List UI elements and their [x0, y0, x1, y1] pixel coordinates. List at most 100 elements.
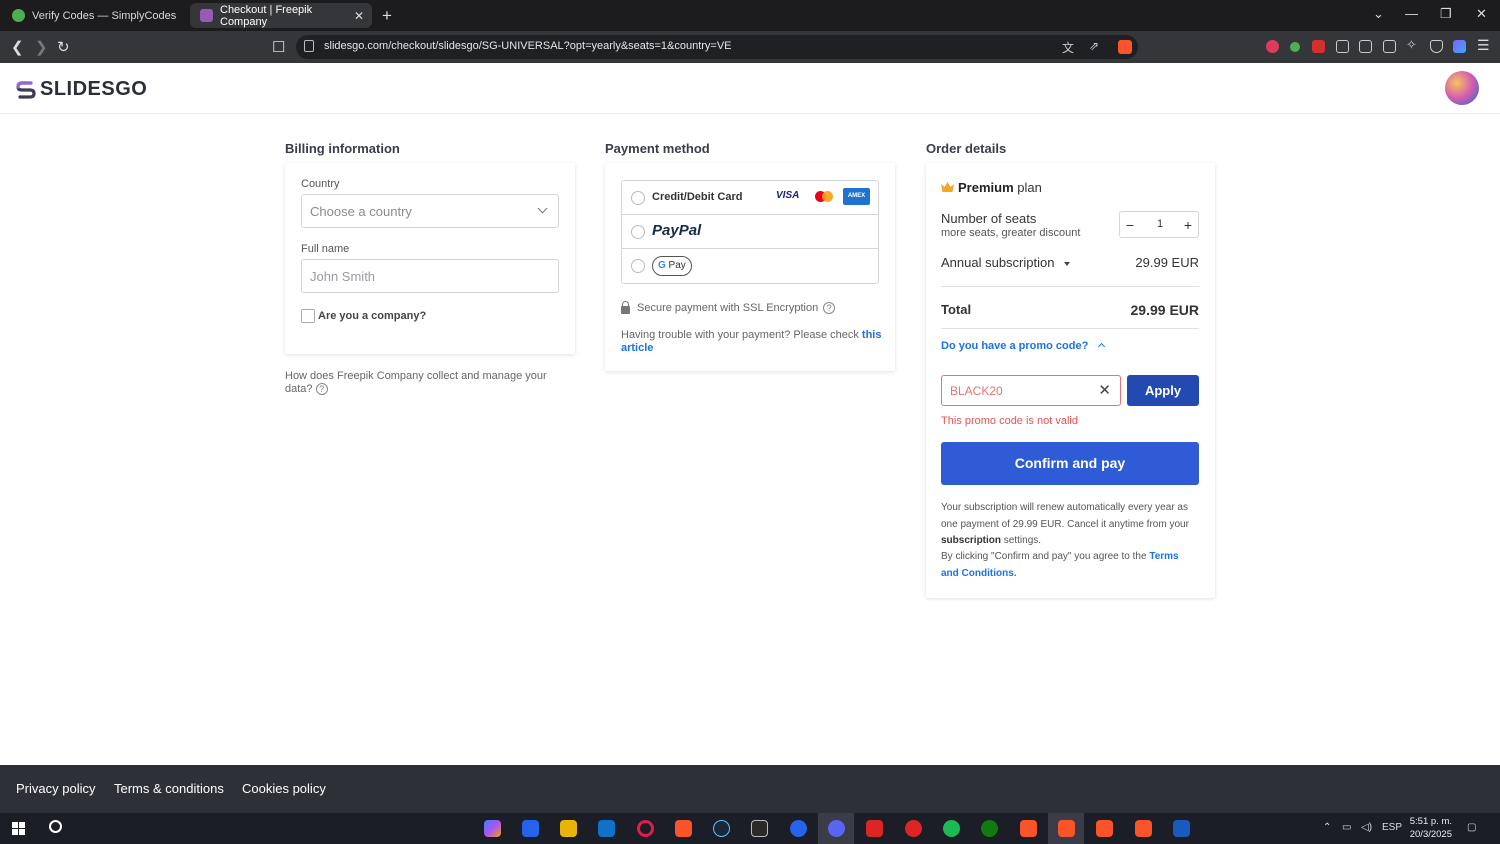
windows-start-icon[interactable] — [12, 822, 25, 835]
app-icon[interactable] — [905, 820, 922, 837]
chevron-down-icon — [537, 203, 548, 214]
reload-icon[interactable]: ↻ — [57, 38, 70, 56]
brave-shields-icon[interactable] — [1118, 40, 1132, 54]
minimize-icon[interactable]: — — [1405, 6, 1418, 21]
spotify-app-icon[interactable] — [943, 820, 960, 837]
plan-suffix: plan — [1017, 180, 1042, 195]
slidesgo-logo[interactable]: SLIDESGO — [16, 78, 147, 101]
word-app-icon[interactable] — [1173, 820, 1190, 837]
notifications-icon[interactable]: ▢ — [1467, 822, 1476, 833]
increase-seats-button[interactable]: + — [1178, 215, 1198, 235]
simplycodes-favicon-icon — [12, 9, 25, 22]
menu-icon[interactable]: ☰ — [1477, 37, 1490, 53]
brave-app-icon[interactable] — [675, 820, 692, 837]
clock[interactable]: 5:51 p. m. 20/3/2025 — [1404, 815, 1452, 841]
terms-conditions-link[interactable]: Terms & conditions — [114, 781, 224, 796]
promo-question: Do you have a promo code? — [941, 340, 1089, 352]
clear-icon[interactable]: ✕ — [1098, 381, 1111, 399]
new-tab-icon[interactable]: + — [382, 6, 392, 26]
help-icon[interactable]: ? — [315, 383, 328, 395]
file-explorer-app-icon[interactable] — [560, 820, 577, 837]
extensions-puzzle-icon[interactable] — [1336, 40, 1349, 53]
help-icon[interactable]: ? — [823, 302, 836, 314]
steam-app-icon[interactable] — [713, 820, 730, 837]
language-indicator[interactable]: ESP — [1382, 822, 1402, 833]
app-icon[interactable] — [866, 820, 883, 837]
user-avatar[interactable] — [1445, 71, 1479, 105]
extension-icon[interactable] — [1312, 40, 1325, 53]
apply-button[interactable]: Apply — [1127, 375, 1199, 406]
cookies-policy-link[interactable]: Cookies policy — [242, 781, 326, 796]
sidebar-icon[interactable] — [1359, 40, 1372, 53]
agree-text: By clicking "Confirm and pay" you agree … — [941, 551, 1147, 562]
windows-taskbar: ⌃ ▭ ◁) ESP 5:51 p. m. 20/3/2025 ▢ — [0, 813, 1500, 844]
promo-code-value: BLACK20 — [950, 384, 1003, 398]
promo-toggle[interactable]: Do you have a promo code? — [941, 340, 1106, 352]
decrease-seats-button[interactable]: − — [1120, 215, 1140, 235]
brave-profile-app-icon[interactable] — [1058, 820, 1075, 837]
gpay-radio[interactable] — [631, 259, 645, 273]
brave-profile-app-icon[interactable] — [1135, 820, 1152, 837]
promo-code-input[interactable]: BLACK20 ✕ — [941, 375, 1121, 406]
search-icon[interactable] — [49, 820, 62, 833]
tray-chevron-up-icon[interactable]: ⌃ — [1323, 822, 1331, 833]
country-select[interactable]: Choose a country — [301, 194, 559, 228]
promo-error: This promo code is not valid — [941, 415, 1078, 427]
data-note[interactable]: How does Freepik Company collect and man… — [285, 370, 560, 396]
fullname-label: Full name — [301, 243, 350, 255]
country-label: Country — [301, 178, 340, 190]
brave-profile-app-icon[interactable] — [1020, 820, 1037, 837]
volume-icon[interactable]: ◁) — [1361, 822, 1372, 833]
vpn-icon[interactable] — [1430, 40, 1443, 53]
leo-ai-icon[interactable]: ✧ — [1406, 37, 1419, 52]
plan-name: Premium plan — [958, 180, 1042, 195]
network-icon[interactable]: ▭ — [1342, 822, 1351, 833]
tab-list-chevron-icon[interactable]: ⌄ — [1373, 6, 1384, 22]
privacy-policy-link[interactable]: Privacy policy — [16, 781, 95, 796]
brave-profile-app-icon[interactable] — [1096, 820, 1113, 837]
xbox-app-icon[interactable] — [981, 820, 998, 837]
discord-app-icon[interactable] — [828, 820, 845, 837]
close-tab-icon[interactable]: ✕ — [354, 9, 364, 23]
renewal-text: Your subscription will renew automatical… — [941, 502, 1189, 530]
copilot-app-icon[interactable] — [484, 820, 501, 837]
outlook-app-icon[interactable] — [598, 820, 615, 837]
card-radio[interactable] — [631, 191, 645, 205]
app-icon[interactable] — [790, 820, 807, 837]
address-bar[interactable]: slidesgo.com/checkout/slidesgo/SG-UNIVER… — [296, 35, 1138, 59]
company-checkbox[interactable] — [301, 309, 315, 323]
close-window-icon[interactable]: ✕ — [1476, 6, 1487, 22]
bookmark-icon[interactable]: ☐ — [272, 38, 285, 56]
amex-icon: AMEX — [843, 188, 870, 205]
payment-option-paypal[interactable]: PayPal — [622, 215, 878, 249]
translate-icon[interactable]: 文 — [1062, 39, 1074, 56]
subscription-selector[interactable]: Annual subscription — [941, 255, 1071, 270]
extension-icon[interactable] — [1266, 40, 1279, 53]
share-icon[interactable]: ⇗ — [1089, 39, 1099, 53]
paypal-radio[interactable] — [631, 225, 645, 239]
payment-option-card[interactable]: Credit/Debit Card VISA AMEX — [622, 181, 878, 215]
seats-value: 1 — [1156, 218, 1164, 230]
renewal-note: Your subscription will renew automatical… — [941, 500, 1199, 550]
back-icon[interactable]: ❮ — [11, 38, 24, 56]
site-info-icon[interactable] — [304, 40, 314, 52]
epic-games-app-icon[interactable] — [751, 820, 768, 837]
opera-app-icon[interactable] — [637, 820, 654, 837]
wallet-icon[interactable] — [1383, 40, 1396, 53]
extension-icon[interactable] — [1453, 40, 1466, 53]
card-label: Credit/Debit Card — [652, 191, 743, 203]
site-footer: Privacy policy Terms & conditions Cookie… — [0, 765, 1500, 813]
store-app-icon[interactable] — [522, 820, 539, 837]
tab-simplycodes[interactable]: Verify Codes — SimplyCodes — [2, 3, 187, 28]
extension-icon[interactable] — [1290, 42, 1300, 52]
tab-checkout[interactable]: Checkout | Freepik Company ✕ — [190, 3, 372, 28]
payment-option-gpay[interactable]: G Pay — [622, 249, 878, 283]
company-label[interactable]: Are you a company? — [318, 310, 426, 322]
caret-down-icon — [1064, 261, 1071, 266]
restore-icon[interactable]: ❐ — [1440, 6, 1452, 22]
subscription-bold: subscription — [941, 535, 1002, 546]
confirm-and-pay-button[interactable]: Confirm and pay — [941, 442, 1199, 485]
fullname-input[interactable]: John Smith — [301, 259, 559, 293]
subscription-label: Annual subscription — [941, 255, 1055, 270]
forward-icon[interactable]: ❯ — [35, 38, 48, 56]
